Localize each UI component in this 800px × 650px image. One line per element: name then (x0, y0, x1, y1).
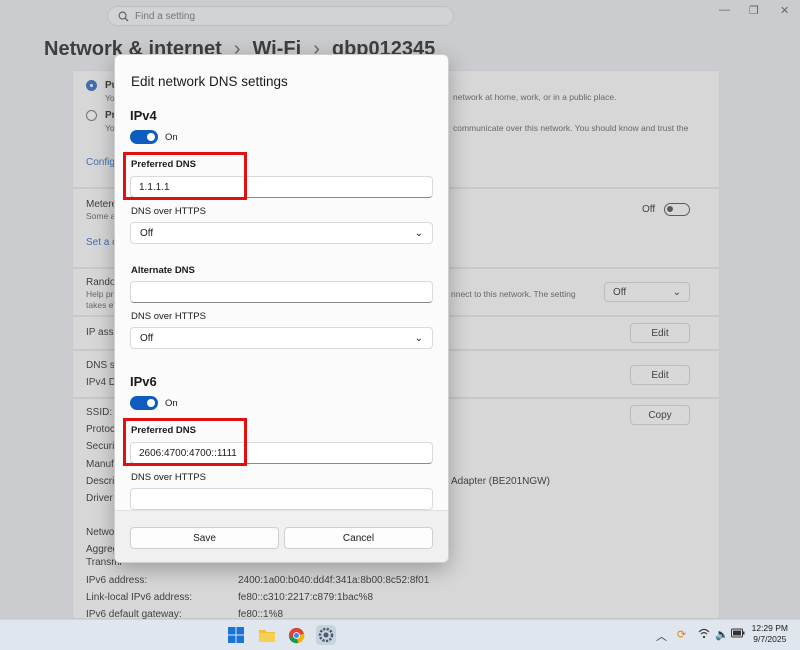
system-clock[interactable]: 12:29 PM 9/7/2025 (752, 623, 788, 645)
clock-date: 9/7/2025 (753, 634, 787, 644)
chevron-up-icon[interactable]: ︿ (656, 628, 667, 644)
sync-icon[interactable]: ⟳ (677, 628, 686, 641)
ipv6-heading: IPv6 (130, 374, 157, 389)
file-explorer-icon[interactable] (258, 626, 276, 644)
ipv4-alternate-doh-label: DNS over HTTPS (131, 311, 206, 322)
chrome-icon[interactable] (287, 626, 305, 644)
taskbar: ︿ ⟳ 🔈 12:29 PM 9/7/2025 (0, 619, 800, 650)
ipv6-doh-label: DNS over HTTPS (131, 472, 206, 483)
dialog-title: Edit network DNS settings (131, 74, 288, 89)
ipv6-doh-dropdown[interactable] (130, 488, 433, 510)
ipv4-alternate-doh-dropdown[interactable]: Off ⌄ (130, 327, 433, 349)
windows-start-icon[interactable] (227, 626, 245, 644)
ipv6-toggle-label: On (165, 398, 178, 409)
ipv4-alternate-label: Alternate DNS (131, 265, 195, 276)
highlight-box (123, 418, 247, 466)
chevron-down-icon: ⌄ (414, 332, 423, 344)
settings-app-icon[interactable] (316, 625, 336, 645)
ipv4-doh-value: Off (140, 227, 154, 239)
dns-settings-dialog: Edit network DNS settings IPv4 On Prefer… (114, 54, 449, 563)
cancel-button[interactable]: Cancel (284, 527, 433, 549)
clock-time: 12:29 PM (751, 623, 788, 633)
ipv4-toggle[interactable] (130, 130, 158, 144)
dialog-footer: Save Cancel (115, 510, 448, 562)
ipv4-heading: IPv4 (130, 108, 157, 123)
ipv4-toggle-label: On (165, 132, 178, 143)
ipv4-alternate-dns-input[interactable] (130, 281, 433, 303)
ipv4-doh-label: DNS over HTTPS (131, 206, 206, 217)
dialog-content: Edit network DNS settings IPv4 On Prefer… (115, 55, 448, 510)
ipv4-doh-dropdown[interactable]: Off ⌄ (130, 222, 433, 244)
wifi-icon[interactable] (698, 628, 710, 642)
ipv4-alternate-doh-value: Off (140, 332, 154, 344)
chevron-down-icon: ⌄ (414, 227, 423, 239)
ipv6-toggle[interactable] (130, 396, 158, 410)
battery-icon[interactable] (731, 628, 745, 641)
volume-icon[interactable]: 🔈 (715, 628, 729, 641)
save-button[interactable]: Save (130, 527, 279, 549)
highlight-box (123, 152, 247, 200)
